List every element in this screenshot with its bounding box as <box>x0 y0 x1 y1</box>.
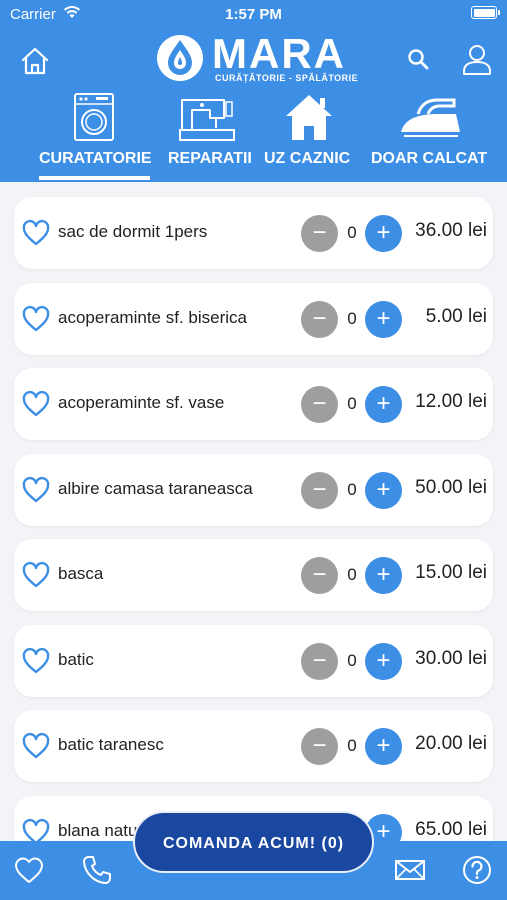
heart-icon[interactable] <box>21 219 51 247</box>
decrease-button[interactable]: − <box>301 215 338 252</box>
list-item: acoperaminte sf. vase − 0 + 12.00 lei <box>14 368 493 440</box>
search-icon[interactable] <box>406 47 432 73</box>
brand-tagline: CURĂȚĂTORIE - SPĂLĂTORIE <box>215 73 359 83</box>
brand-name: MARA <box>212 30 346 77</box>
increase-button[interactable]: + <box>365 386 402 423</box>
item-name: acoperaminte sf. biserica <box>58 307 247 327</box>
item-price: 5.00 lei <box>425 305 487 327</box>
list-item: acoperaminte sf. biserica − 0 + 5.00 lei <box>14 282 493 355</box>
tab-reparatii[interactable]: REPARATII <box>168 150 252 168</box>
item-quantity: 0 <box>347 394 357 413</box>
item-quantity: 0 <box>347 736 357 755</box>
item-name: batic taranesc <box>58 735 164 754</box>
increase-button[interactable]: + <box>365 557 402 594</box>
home-icon[interactable] <box>20 46 50 76</box>
order-now-button[interactable]: COMANDA ACUM! (0) <box>133 811 374 873</box>
sewing-machine-icon[interactable] <box>178 92 236 142</box>
tab-doar-calcat[interactable]: DOAR CALCAT <box>371 150 487 168</box>
item-name: albire camasa taraneasca <box>58 478 253 498</box>
item-price: 30.00 lei <box>415 647 487 669</box>
heart-icon[interactable] <box>13 854 45 886</box>
user-icon[interactable] <box>462 44 492 76</box>
increase-button[interactable]: + <box>365 300 402 338</box>
item-price: 15.00 lei <box>415 562 487 583</box>
item-name: basca <box>58 564 104 583</box>
list-item: batic − 0 + 30.00 lei <box>14 624 493 697</box>
mail-icon[interactable] <box>394 854 426 886</box>
item-name: batic <box>58 649 94 669</box>
increase-button[interactable]: + <box>365 471 402 509</box>
heart-icon[interactable] <box>21 561 51 589</box>
tab-curatatorie[interactable]: CURATATORIE <box>39 150 152 168</box>
decrease-button[interactable]: − <box>301 728 338 765</box>
logo-drop-icon <box>157 35 203 81</box>
list-item: sac de dormit 1pers − 0 + 36.00 lei <box>14 197 493 269</box>
list-item: batic taranesc − 0 + 20.00 lei <box>14 710 493 782</box>
clock: 1:57 PM <box>225 6 282 23</box>
item-price: 20.00 lei <box>415 733 487 754</box>
increase-button[interactable]: + <box>365 728 402 765</box>
heart-icon[interactable] <box>21 647 51 675</box>
heart-icon[interactable] <box>21 476 51 504</box>
item-name: sac de dormit 1pers <box>58 222 208 241</box>
item-quantity: 0 <box>347 650 357 670</box>
increase-button[interactable]: + <box>365 642 402 680</box>
tab-uz-caznic[interactable]: UZ CAZNIC <box>264 150 350 168</box>
item-price: 36.00 lei <box>415 220 487 241</box>
item-price: 50.00 lei <box>415 476 487 498</box>
list-item: albire camasa taraneasca − 0 + 50.00 lei <box>14 453 493 526</box>
heart-icon[interactable] <box>21 305 51 333</box>
status-bar: Carrier 1:57 PM <box>0 0 507 28</box>
decrease-button[interactable]: − <box>301 471 338 509</box>
item-quantity: 0 <box>347 565 357 584</box>
item-price: 12.00 lei <box>415 391 487 412</box>
help-icon[interactable] <box>461 854 493 886</box>
house-icon[interactable] <box>284 92 334 142</box>
iron-icon[interactable] <box>398 92 462 142</box>
header: Carrier 1:57 PM MARA CURĂȚĂTORIE - SPĂLĂ… <box>0 0 507 182</box>
heart-icon[interactable] <box>21 390 51 418</box>
item-quantity: 0 <box>347 479 357 499</box>
item-name: acoperaminte sf. vase <box>58 393 225 412</box>
battery-icon <box>471 6 500 19</box>
decrease-button[interactable]: − <box>301 386 338 423</box>
item-quantity: 0 <box>347 308 357 328</box>
increase-button[interactable]: + <box>365 215 402 252</box>
item-quantity: 0 <box>347 223 357 242</box>
brand-logo: MARA CURĂȚĂTORIE - SPĂLĂTORIE <box>155 30 359 87</box>
decrease-button[interactable]: − <box>301 557 338 594</box>
list-item: basca − 0 + 15.00 lei <box>14 539 493 611</box>
washing-machine-icon[interactable] <box>72 92 116 142</box>
heart-icon[interactable] <box>21 732 51 760</box>
decrease-button[interactable]: − <box>301 300 338 338</box>
phone-icon[interactable] <box>81 854 113 886</box>
item-price: 65.00 lei <box>415 818 487 840</box>
decrease-button[interactable]: − <box>301 642 338 680</box>
active-tab-indicator <box>39 176 150 180</box>
